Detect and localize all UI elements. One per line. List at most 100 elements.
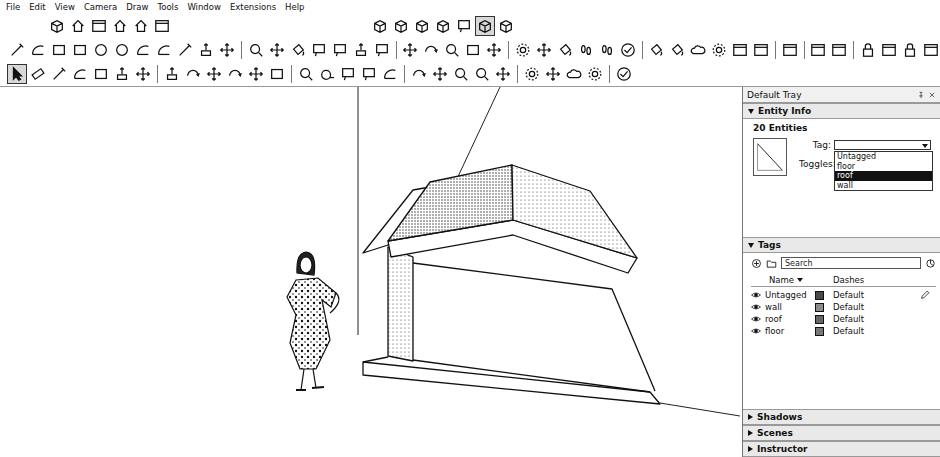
tool-button[interactable] <box>859 41 877 59</box>
paint-icon[interactable] <box>290 42 306 58</box>
tool-button[interactable] <box>598 41 616 59</box>
visibility-toggle[interactable] <box>751 314 765 324</box>
tool-button[interactable] <box>289 41 307 59</box>
tag-dashes[interactable]: Default <box>833 314 920 324</box>
tool-button[interactable] <box>113 41 131 59</box>
move-icon[interactable] <box>269 42 285 58</box>
note-icon[interactable] <box>340 66 356 82</box>
tool-button[interactable] <box>176 41 194 59</box>
model-viewport[interactable] <box>0 87 742 457</box>
menu-item[interactable]: Tools <box>157 1 178 13</box>
menu-item[interactable]: Extensions <box>230 1 276 13</box>
tool-button[interactable] <box>8 65 26 83</box>
cloud-icon[interactable] <box>690 42 706 58</box>
tool-button[interactable] <box>577 41 595 59</box>
magnify-icon[interactable] <box>298 66 314 82</box>
expand-triangle-icon[interactable] <box>748 109 754 114</box>
arc-icon[interactable] <box>72 66 88 82</box>
tool-button[interactable] <box>880 41 898 59</box>
tool-button[interactable] <box>268 41 286 59</box>
tool-button[interactable] <box>218 41 236 59</box>
house-icon[interactable] <box>133 18 149 34</box>
tool-button[interactable] <box>497 17 515 35</box>
tool-button[interactable] <box>464 41 482 59</box>
cube-icon[interactable] <box>372 18 388 34</box>
section-header[interactable]: Shadows <box>743 409 940 425</box>
tool-button[interactable] <box>247 41 265 59</box>
tool-button[interactable] <box>535 41 553 59</box>
eye-icon[interactable] <box>751 302 761 312</box>
note-icon[interactable] <box>456 18 472 34</box>
pin-icon[interactable] <box>917 91 925 99</box>
cube-icon[interactable] <box>49 18 65 34</box>
tool-button[interactable] <box>619 41 637 59</box>
window-icon[interactable] <box>831 42 847 58</box>
roof[interactable] <box>388 165 513 241</box>
add-folder-icon[interactable] <box>766 258 777 269</box>
tool-button[interactable] <box>422 41 440 59</box>
tag-name[interactable]: floor <box>765 326 815 336</box>
tool-button[interactable] <box>184 65 202 83</box>
section-title[interactable]: Tags <box>758 240 781 250</box>
circle-icon[interactable] <box>93 42 109 58</box>
tool-button[interactable] <box>401 41 419 59</box>
house-icon[interactable] <box>70 18 86 34</box>
magnify-icon[interactable] <box>453 66 469 82</box>
tag-option[interactable]: Untagged <box>835 152 932 162</box>
tool-button[interactable] <box>452 65 470 83</box>
window-icon[interactable] <box>91 18 107 34</box>
arc-icon[interactable] <box>382 66 398 82</box>
tool-button[interactable] <box>360 65 378 83</box>
tag-option[interactable]: roof <box>835 171 932 181</box>
tag-color-swatch[interactable] <box>815 303 824 312</box>
paint-icon[interactable] <box>669 42 685 58</box>
tool-button[interactable] <box>830 41 848 59</box>
tag-row[interactable]: wallDefault <box>751 301 936 313</box>
orbit-icon[interactable] <box>185 66 201 82</box>
tag-name[interactable]: wall <box>765 302 815 312</box>
window-icon[interactable] <box>782 42 798 58</box>
window-icon[interactable] <box>154 18 170 34</box>
move-icon[interactable] <box>495 66 511 82</box>
move-icon[interactable] <box>536 42 552 58</box>
tool-button[interactable] <box>8 41 26 59</box>
tag-row[interactable]: UntaggedDefault <box>751 289 936 301</box>
tool-button[interactable] <box>163 65 181 83</box>
eye-icon[interactable] <box>751 314 761 324</box>
menu-item[interactable]: Window <box>187 1 221 13</box>
section-title[interactable]: Entity Info <box>758 106 811 116</box>
select-icon[interactable] <box>9 66 25 82</box>
move-icon[interactable] <box>135 66 151 82</box>
rect-icon[interactable] <box>465 42 481 58</box>
tag-dashes[interactable]: Default <box>833 290 920 300</box>
tag-dropdown[interactable]: Untaggedfloorroofwall <box>834 140 931 150</box>
cube-icon[interactable] <box>414 18 430 34</box>
push-icon[interactable] <box>198 42 214 58</box>
tool-button[interactable] <box>494 65 512 83</box>
arc-icon[interactable] <box>135 42 151 58</box>
move-icon[interactable] <box>545 66 561 82</box>
tag-option[interactable]: wall <box>835 181 932 191</box>
move-icon[interactable] <box>402 42 418 58</box>
note-icon[interactable] <box>361 66 377 82</box>
tape-icon[interactable] <box>319 66 335 82</box>
tool-button[interactable] <box>297 65 315 83</box>
push-icon[interactable] <box>353 42 369 58</box>
tool-button[interactable] <box>268 65 286 83</box>
magnify-icon[interactable] <box>474 66 490 82</box>
section-header[interactable]: Tags <box>743 237 940 253</box>
tool-button[interactable] <box>455 17 473 35</box>
foot-icon[interactable] <box>578 42 594 58</box>
tag-row[interactable]: floorDefault <box>751 325 936 337</box>
tool-button[interactable] <box>132 17 150 35</box>
tool-button[interactable] <box>731 41 749 59</box>
cube-icon[interactable] <box>393 18 409 34</box>
rect-icon[interactable] <box>269 66 285 82</box>
gear-icon[interactable] <box>515 42 531 58</box>
tool-button[interactable] <box>373 41 391 59</box>
current-tag-marker[interactable] <box>920 290 936 300</box>
rect-icon[interactable] <box>93 66 109 82</box>
cloud-icon[interactable] <box>566 66 582 82</box>
tool-button[interactable] <box>310 41 328 59</box>
menu-item[interactable]: View <box>55 1 75 13</box>
